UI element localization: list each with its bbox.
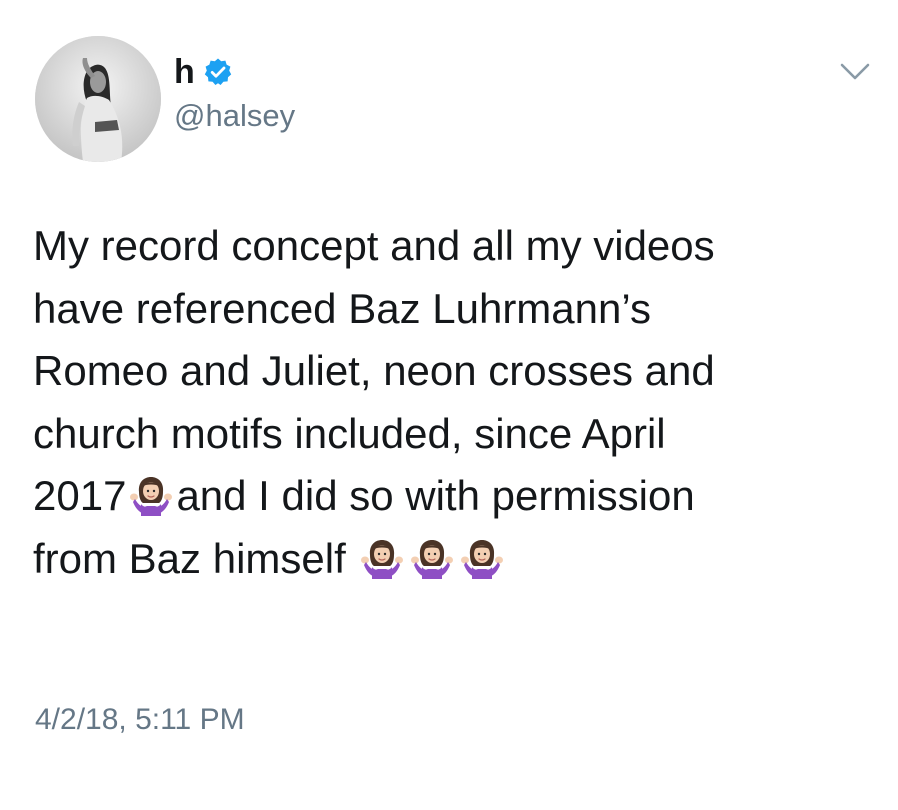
profile-avatar[interactable] bbox=[35, 36, 161, 162]
display-name[interactable]: h bbox=[174, 52, 195, 92]
tweet-card: h @halsey My record concept and all my v… bbox=[0, 0, 898, 810]
user-handle[interactable]: @halsey bbox=[174, 97, 295, 135]
tweet-text-segment: and I did so with permission bbox=[176, 472, 695, 519]
tweet-text: My record concept and all my videos have… bbox=[33, 215, 873, 590]
author-name-row[interactable]: h bbox=[174, 52, 233, 92]
avatar-photo bbox=[35, 36, 161, 162]
tweet-text-line: from Baz himself bbox=[33, 528, 873, 591]
tweet-text-line: have referenced Baz Luhrmann’s bbox=[33, 284, 651, 332]
woman-shrugging-emoji-icon bbox=[410, 538, 455, 579]
tweet-text-line: Romeo and Juliet, neon crosses and bbox=[33, 347, 715, 394]
woman-shrugging-emoji-icon bbox=[129, 476, 174, 516]
tweet-text-line: 2017 and I did so with permission bbox=[33, 465, 873, 528]
chevron-down-icon[interactable] bbox=[838, 60, 872, 84]
tweet-text-segment: from Baz himself bbox=[33, 534, 346, 582]
verified-badge-icon bbox=[203, 57, 233, 87]
tweet-text-line: church motifs included, since April bbox=[33, 409, 666, 457]
woman-shrugging-emoji-icon bbox=[360, 538, 405, 579]
tweet-timestamp[interactable]: 4/2/18, 5:11 PM bbox=[35, 700, 245, 740]
tweet-text-segment: 2017 bbox=[33, 472, 127, 519]
woman-shrugging-emoji-icon bbox=[460, 538, 505, 579]
tweet-text-line: My record concept and all my videos bbox=[33, 222, 715, 269]
